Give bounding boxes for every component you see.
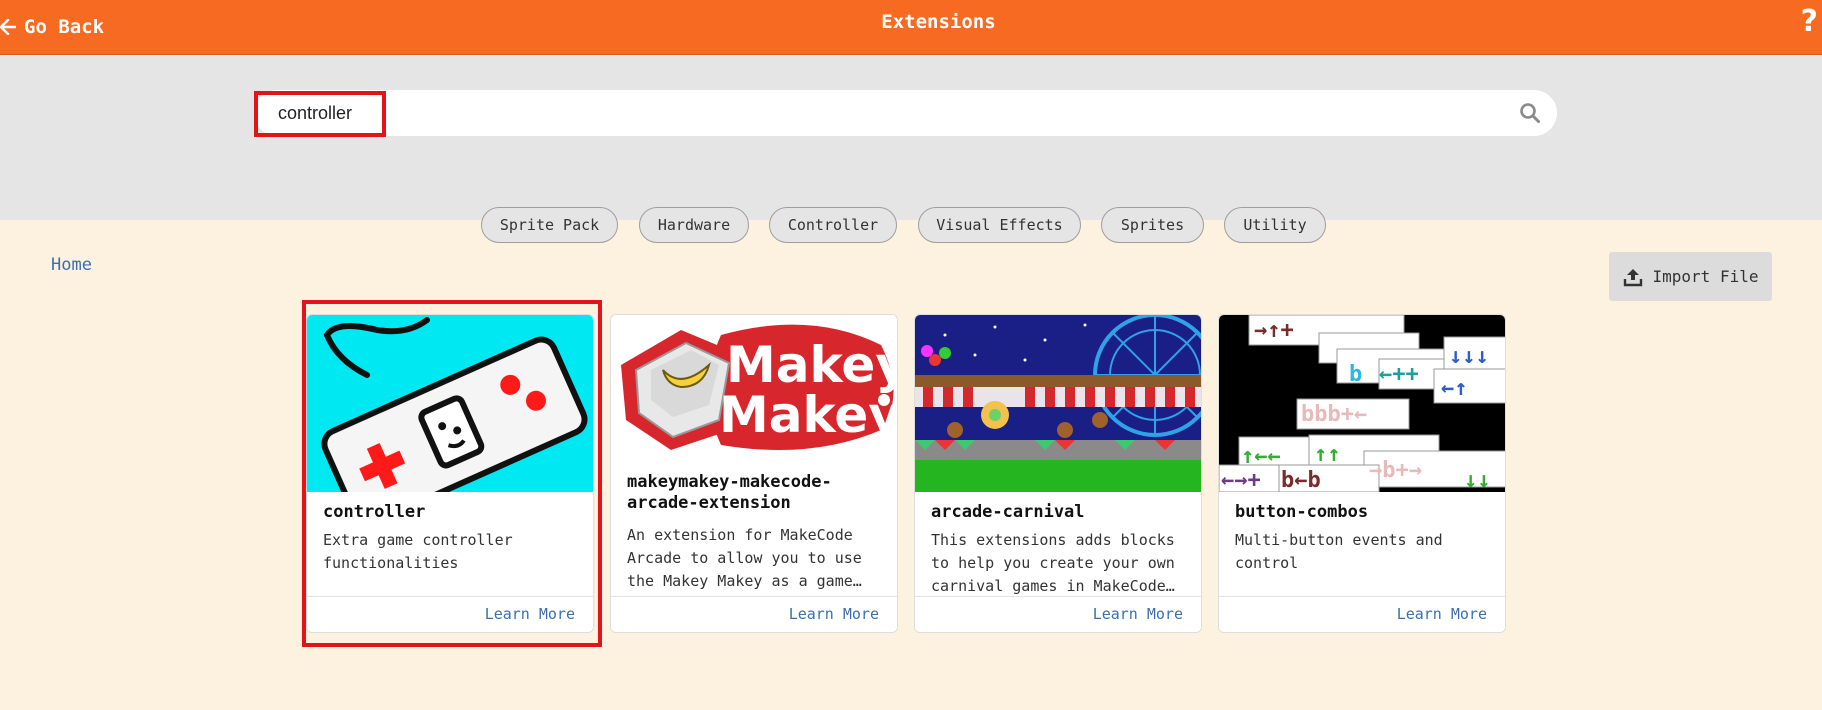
button-combos-image: →↑+ ↓↓↓ ←++ ←↑ bbb+← ↑←← ↑↑ →b+→ ↓↓ ←→+ … <box>1219 315 1505 492</box>
card-footer: Learn More <box>611 596 897 632</box>
card-footer: Learn More <box>307 596 593 632</box>
svg-text:←↑: ←↑ <box>1441 376 1468 401</box>
carnival-image <box>915 315 1201 492</box>
svg-text:←→+: ←→+ <box>1221 468 1261 492</box>
learn-more-link[interactable]: Learn More <box>485 605 575 623</box>
card-title: arcade-carnival <box>931 502 1085 522</box>
tag-visual-effects[interactable]: Visual Effects <box>918 207 1081 243</box>
extension-card-controller[interactable]: controller Extra game controller functio… <box>306 314 594 633</box>
svg-text:↓↓↓: ↓↓↓ <box>1449 344 1489 369</box>
card-footer: Learn More <box>1219 596 1505 632</box>
svg-text:↓↓: ↓↓ <box>1464 468 1491 492</box>
go-back-button[interactable]: Go Back <box>0 12 104 42</box>
tag-sprites[interactable]: Sprites <box>1101 207 1204 243</box>
card-title: button-combos <box>1235 502 1369 522</box>
card-description: Extra game controller functionalities <box>323 531 513 572</box>
page-title: Extensions <box>881 11 996 33</box>
import-file-label: Import File <box>1652 267 1759 286</box>
upload-icon <box>1623 268 1642 286</box>
search-panel: Sprite Pack Hardware Controller Visual E… <box>0 56 1822 243</box>
extension-card-makeymakey[interactable]: Makey Makey makeymakey-makecode-arcade-e… <box>610 314 898 633</box>
help-button[interactable]: ? <box>1801 4 1818 39</box>
svg-text:→b+→: →b+→ <box>1369 458 1422 483</box>
search-input[interactable] <box>278 90 1478 136</box>
card-description: An extension for MakeCode Arcade to allo… <box>627 526 862 590</box>
tag-sprite-pack[interactable]: Sprite Pack <box>481 207 618 243</box>
search-icon[interactable] <box>1519 102 1541 124</box>
import-file-button[interactable]: Import File <box>1609 252 1772 301</box>
go-back-label: Go Back <box>24 16 105 38</box>
breadcrumb-home[interactable]: Home <box>51 255 92 275</box>
svg-text:b←b: b←b <box>1281 468 1321 492</box>
tag-controller[interactable]: Controller <box>769 207 897 243</box>
learn-more-link[interactable]: Learn More <box>789 605 879 623</box>
search-box[interactable] <box>254 90 1557 136</box>
header-bar: Go Back Extensions ? <box>0 0 1822 55</box>
svg-text:↑↑: ↑↑ <box>1314 442 1341 467</box>
svg-text:b: b <box>1349 362 1362 387</box>
extension-card-arcade-carnival[interactable]: arcade-carnival This extensions adds blo… <box>914 314 1202 633</box>
controller-image <box>307 315 593 492</box>
tag-utility[interactable]: Utility <box>1224 207 1326 243</box>
extension-card-button-combos[interactable]: →↑+ ↓↓↓ ←++ ←↑ bbb+← ↑←← ↑↑ →b+→ ↓↓ ←→+ … <box>1218 314 1506 633</box>
tag-hardware[interactable]: Hardware <box>639 207 749 243</box>
card-title: makeymakey-makecode-arcade-extension <box>627 472 832 513</box>
makey-logo-text-bottom: Makey <box>719 386 898 444</box>
card-title: controller <box>323 502 426 522</box>
makeymakey-logo-image: Makey Makey <box>611 315 898 466</box>
svg-text:bbb+←: bbb+← <box>1301 402 1367 427</box>
tag-list: Sprite Pack Hardware Controller Visual E… <box>0 207 1822 245</box>
svg-text:↑←←: ↑←← <box>1241 444 1281 469</box>
card-footer: Learn More <box>915 596 1201 632</box>
card-description: This extensions adds blocks to help you … <box>931 531 1175 595</box>
svg-text:→↑+: →↑+ <box>1254 318 1294 343</box>
learn-more-link[interactable]: Learn More <box>1093 605 1183 623</box>
arrow-left-icon <box>0 19 16 35</box>
card-description: Multi-button events and control <box>1235 531 1443 572</box>
learn-more-link[interactable]: Learn More <box>1397 605 1487 623</box>
svg-text:←++: ←++ <box>1379 362 1419 387</box>
